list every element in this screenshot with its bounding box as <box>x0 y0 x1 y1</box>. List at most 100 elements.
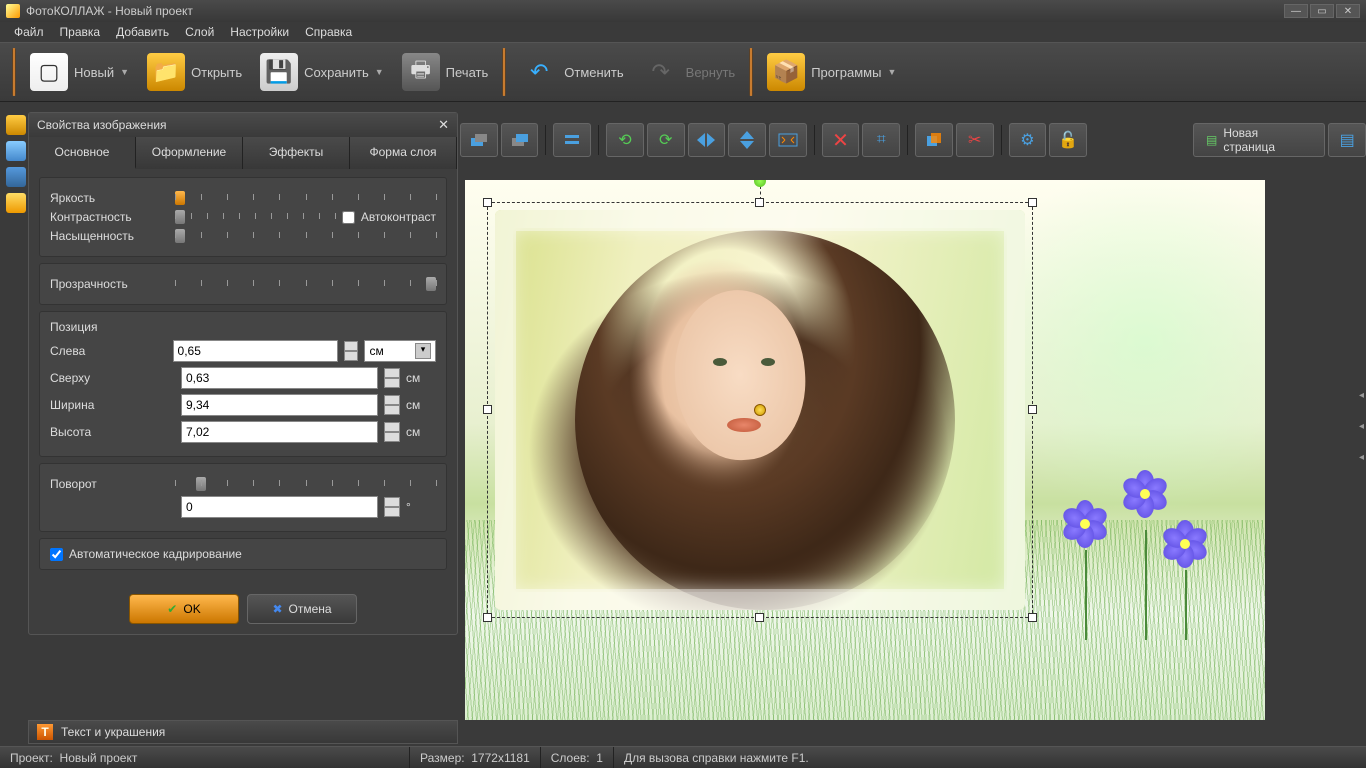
resize-handle-tm[interactable] <box>755 198 764 207</box>
spin-up[interactable]: ▲ <box>384 422 400 432</box>
flyout-handle[interactable]: ◂ <box>1359 452 1364 463</box>
help-hint: Для вызова справки нажмите F1. <box>624 751 809 765</box>
text-decorations-panel[interactable]: T Текст и украшения <box>28 720 458 744</box>
tool-crop[interactable]: ⌗ <box>862 123 900 157</box>
rotation-input[interactable] <box>181 496 378 518</box>
minimize-button[interactable]: — <box>1284 4 1308 18</box>
top-input[interactable] <box>181 367 378 389</box>
chevron-down-icon[interactable]: ▾ <box>415 343 431 359</box>
programs-button[interactable]: 📦 Программы ▼ <box>759 49 904 95</box>
spin-up[interactable]: ▲ <box>384 368 400 378</box>
tool-align[interactable] <box>553 123 591 157</box>
chevron-down-icon[interactable]: ▼ <box>887 67 896 77</box>
flyout-handle[interactable]: ◂ <box>1359 421 1364 432</box>
degree-label: ° <box>406 500 436 514</box>
strip-globe-icon[interactable] <box>6 167 26 187</box>
open-button[interactable]: 📁 Открыть <box>139 49 250 95</box>
toolbar-separator <box>545 125 546 155</box>
spin-down[interactable]: ▼ <box>384 507 400 517</box>
spin-down[interactable]: ▼ <box>384 405 400 415</box>
tool-layer-up[interactable] <box>501 123 539 157</box>
tool-fit[interactable] <box>769 123 807 157</box>
tab-layer-shape[interactable]: Форма слоя <box>350 137 457 169</box>
tab-main[interactable]: Основное <box>29 137 136 169</box>
unit-label: см <box>406 371 436 385</box>
strip-smiley-icon[interactable] <box>6 193 26 213</box>
resize-handle-br[interactable] <box>1028 613 1037 622</box>
dialog-titlebar[interactable]: Свойства изображения ✕ <box>29 113 457 137</box>
rotation-slider[interactable] <box>175 477 436 491</box>
position-header: Позиция <box>50 320 436 334</box>
tool-rotate-left[interactable]: ⟲ <box>606 123 644 157</box>
tool-flip-v[interactable] <box>728 123 766 157</box>
menu-file[interactable]: Файл <box>6 23 52 41</box>
chevron-down-icon[interactable]: ▼ <box>375 67 384 77</box>
tool-layer-down[interactable] <box>460 123 498 157</box>
saturation-slider[interactable] <box>175 229 436 243</box>
resize-handle-bm[interactable] <box>755 613 764 622</box>
new-button[interactable]: ▢ Новый ▼ <box>22 49 137 95</box>
center-handle[interactable] <box>754 404 766 416</box>
menu-settings[interactable]: Настройки <box>222 23 297 41</box>
tool-flip-h[interactable] <box>688 123 726 157</box>
window-title: ФотоКОЛЛАЖ - Новый проект <box>26 4 193 18</box>
tool-settings[interactable]: ⚙ <box>1009 123 1047 157</box>
ok-button[interactable]: ✔ OK <box>129 594 239 624</box>
spin-up[interactable]: ▲ <box>384 497 400 507</box>
undo-button[interactable]: ↶ Отменить <box>512 49 631 95</box>
strip-image-icon[interactable] <box>6 141 26 161</box>
unit-select[interactable]: см▾ <box>364 340 436 362</box>
height-label: Высота <box>50 425 175 439</box>
height-input[interactable] <box>181 421 378 443</box>
toolbar-separator <box>907 125 908 155</box>
dialog-close-button[interactable]: ✕ <box>438 117 449 133</box>
width-input[interactable] <box>181 394 378 416</box>
page-settings-button[interactable]: ▤ <box>1328 123 1366 157</box>
left-input[interactable] <box>173 340 338 362</box>
tool-delete[interactable]: ✕ <box>822 123 860 157</box>
cancel-button[interactable]: ✖ Отмена <box>247 594 357 624</box>
brightness-slider[interactable] <box>175 191 436 205</box>
new-page-button[interactable]: ▤ Новая страница <box>1193 123 1325 157</box>
resize-handle-ml[interactable] <box>483 405 492 414</box>
tab-effects[interactable]: Эффекты <box>243 137 350 169</box>
spin-up[interactable]: ▲ <box>384 395 400 405</box>
tool-cut[interactable]: ✂ <box>956 123 994 157</box>
tool-rotate-right[interactable]: ⟳ <box>647 123 685 157</box>
file-icon: ▢ <box>30 53 68 91</box>
spin-down[interactable]: ▼ <box>384 432 400 442</box>
autocontrast-checkbox[interactable] <box>342 211 355 224</box>
strip-star-icon[interactable] <box>6 115 26 135</box>
canvas[interactable] <box>465 180 1265 720</box>
menu-edit[interactable]: Правка <box>52 23 109 41</box>
tool-lock[interactable]: 🔓 <box>1049 123 1087 157</box>
dialog-title: Свойства изображения <box>37 118 167 132</box>
secondary-toolbar: ⟲ ⟳ ✕ ⌗ ✂ ⚙ 🔓 ▤ Новая страница ▤ <box>460 115 1366 165</box>
toolbar-separator <box>502 48 506 96</box>
menu-help[interactable]: Справка <box>297 23 360 41</box>
menu-layer[interactable]: Слой <box>177 23 222 41</box>
maximize-button[interactable]: ▭ <box>1310 4 1334 18</box>
menu-add[interactable]: Добавить <box>108 23 177 41</box>
save-button[interactable]: 💾 Сохранить ▼ <box>252 49 392 95</box>
layers-label: Слоев: <box>551 751 590 765</box>
contrast-slider[interactable] <box>175 210 335 224</box>
autocrop-checkbox[interactable] <box>50 548 63 561</box>
print-button[interactable]: 🖶 Печать <box>394 49 497 95</box>
redo-icon: ↷ <box>642 53 680 91</box>
resize-handle-tl[interactable] <box>483 198 492 207</box>
resize-handle-mr[interactable] <box>1028 405 1037 414</box>
opacity-slider[interactable] <box>175 277 436 291</box>
close-button[interactable]: ✕ <box>1336 4 1360 18</box>
redo-button[interactable]: ↷ Вернуть <box>634 49 744 95</box>
chevron-down-icon[interactable]: ▼ <box>120 67 129 77</box>
resize-handle-tr[interactable] <box>1028 198 1037 207</box>
spin-down[interactable]: ▼ <box>344 351 359 361</box>
tool-copy[interactable] <box>915 123 953 157</box>
selected-photo-layer[interactable] <box>495 210 1025 610</box>
flyout-handle[interactable]: ◂ <box>1359 390 1364 401</box>
spin-down[interactable]: ▼ <box>384 378 400 388</box>
resize-handle-bl[interactable] <box>483 613 492 622</box>
tab-decoration[interactable]: Оформление <box>136 137 243 169</box>
spin-up[interactable]: ▲ <box>344 341 359 351</box>
